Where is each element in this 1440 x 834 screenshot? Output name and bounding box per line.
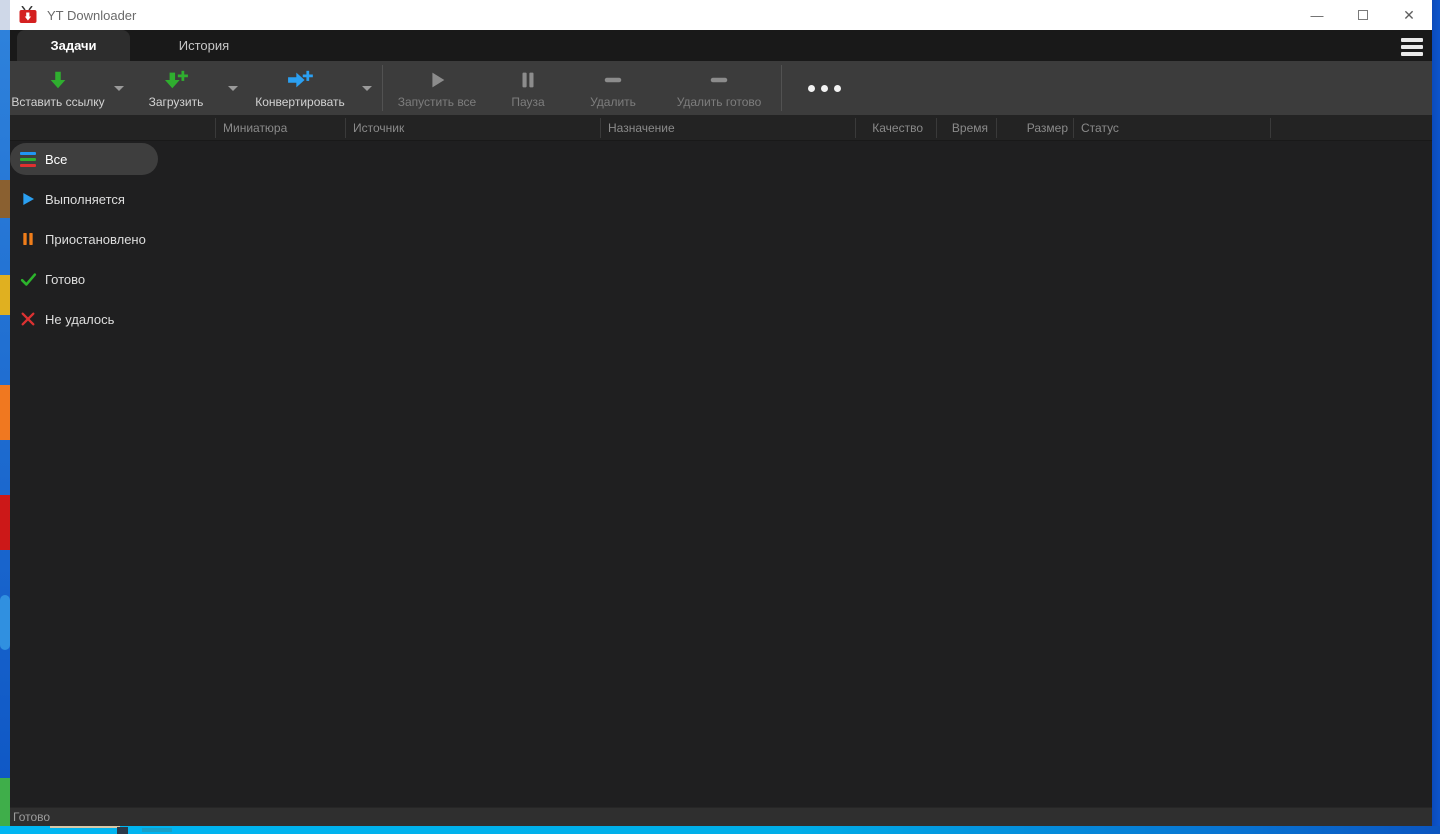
download-plus-icon bbox=[165, 70, 188, 89]
more-actions-button[interactable] bbox=[784, 61, 864, 115]
chevron-down-icon bbox=[362, 85, 372, 91]
paste-link-label: Вставить ссылку bbox=[11, 95, 105, 109]
column-header-thumbnail[interactable]: Миниатюра bbox=[223, 115, 287, 141]
delete-label: Удалить bbox=[590, 95, 636, 109]
column-header-size[interactable]: Размер bbox=[996, 115, 1068, 141]
convert-dropdown[interactable] bbox=[354, 61, 380, 115]
hamburger-icon bbox=[1401, 38, 1423, 42]
desktop-taskbar-strip bbox=[0, 826, 1440, 834]
filter-done-label: Готово bbox=[45, 271, 86, 287]
maximize-button[interactable] bbox=[1340, 0, 1386, 30]
filter-all-label: Все bbox=[45, 151, 68, 167]
play-icon bbox=[432, 72, 445, 88]
tab-tasks[interactable]: Задачи bbox=[17, 30, 130, 61]
cross-icon bbox=[21, 312, 35, 326]
convert-button[interactable]: Конвертировать bbox=[246, 61, 354, 115]
download-arrow-icon bbox=[50, 71, 66, 89]
desktop-icon-fragment bbox=[0, 275, 10, 315]
table-header: Миниатюра Источник Назначение Качество В… bbox=[10, 115, 1432, 141]
paste-link-dropdown[interactable] bbox=[106, 61, 132, 115]
download-button[interactable]: Загрузить bbox=[132, 61, 220, 115]
toolbar: Вставить ссылку Загрузить Конвертировать bbox=[10, 61, 1432, 115]
chevron-down-icon bbox=[228, 85, 238, 91]
maximize-icon bbox=[1358, 10, 1368, 20]
play-icon bbox=[23, 193, 34, 205]
column-header-source[interactable]: Источник bbox=[353, 115, 404, 141]
tab-bar: Задачи История bbox=[10, 30, 1432, 61]
delete-done-label: Удалить готово bbox=[676, 95, 762, 109]
desktop-icon-fragment bbox=[0, 595, 10, 650]
paste-link-button[interactable]: Вставить ссылку bbox=[10, 61, 106, 115]
column-header-destination[interactable]: Назначение bbox=[608, 115, 675, 141]
filter-all[interactable]: Все bbox=[10, 143, 158, 175]
filter-running-label: Выполняется bbox=[45, 191, 125, 207]
desktop-icon-fragment bbox=[0, 495, 10, 550]
desktop-icon-fragment bbox=[0, 180, 10, 218]
filter-running[interactable]: Выполняется bbox=[10, 183, 158, 215]
status-bar: Готово bbox=[10, 807, 1432, 826]
pause-icon bbox=[23, 233, 33, 245]
close-button[interactable]: ✕ bbox=[1386, 0, 1432, 30]
toolbar-separator bbox=[382, 65, 383, 111]
desktop-icon-fragment bbox=[0, 385, 10, 440]
pause-button[interactable]: Пауза bbox=[489, 61, 567, 115]
pause-label: Пауза bbox=[511, 95, 545, 109]
remove-icon bbox=[710, 77, 728, 83]
task-list-area: Все Выполняется Приостановлено Готово Не… bbox=[10, 141, 1432, 807]
column-header-time[interactable]: Время bbox=[936, 115, 988, 141]
app-window: YT Downloader — ✕ Задачи История Вставит… bbox=[10, 0, 1432, 826]
list-all-icon bbox=[20, 151, 36, 167]
download-dropdown[interactable] bbox=[220, 61, 246, 115]
toolbar-separator bbox=[781, 65, 782, 111]
title-bar: YT Downloader — ✕ bbox=[10, 0, 1432, 30]
start-all-button[interactable]: Запустить все bbox=[385, 61, 489, 115]
filter-paused[interactable]: Приостановлено bbox=[10, 223, 158, 255]
taskbar-fragment bbox=[117, 827, 128, 834]
start-all-label: Запустить все bbox=[397, 95, 477, 109]
convert-label: Конвертировать bbox=[255, 95, 345, 109]
status-text: Готово bbox=[13, 810, 51, 824]
app-logo-icon bbox=[19, 6, 37, 23]
taskbar-fragment bbox=[50, 826, 120, 828]
download-label: Загрузить bbox=[148, 95, 204, 109]
column-header-status[interactable]: Статус bbox=[1081, 115, 1119, 141]
minimize-button[interactable]: — bbox=[1294, 0, 1340, 30]
window-title: YT Downloader bbox=[47, 7, 137, 23]
chevron-down-icon bbox=[114, 85, 124, 91]
remove-icon bbox=[604, 77, 622, 83]
convert-plus-icon bbox=[288, 70, 313, 88]
delete-button[interactable]: Удалить bbox=[567, 61, 659, 115]
filter-paused-label: Приостановлено bbox=[45, 231, 146, 247]
filter-done[interactable]: Готово bbox=[10, 263, 158, 295]
desktop-icon-fragment bbox=[0, 778, 10, 826]
delete-done-button[interactable]: Удалить готово bbox=[659, 61, 779, 115]
desktop-background-right bbox=[1431, 0, 1440, 834]
menu-button[interactable] bbox=[1401, 38, 1423, 56]
desktop-background-left bbox=[0, 0, 10, 834]
tab-history[interactable]: История bbox=[130, 30, 278, 61]
taskbar-fragment bbox=[142, 828, 172, 832]
check-icon bbox=[20, 272, 36, 286]
column-header-quality[interactable]: Качество bbox=[855, 115, 923, 141]
filter-failed-label: Не удалось bbox=[45, 311, 115, 327]
filter-failed[interactable]: Не удалось bbox=[10, 303, 158, 335]
ellipsis-icon bbox=[807, 84, 815, 92]
desktop-icon-fragment bbox=[0, 0, 10, 30]
pause-icon bbox=[522, 72, 534, 88]
